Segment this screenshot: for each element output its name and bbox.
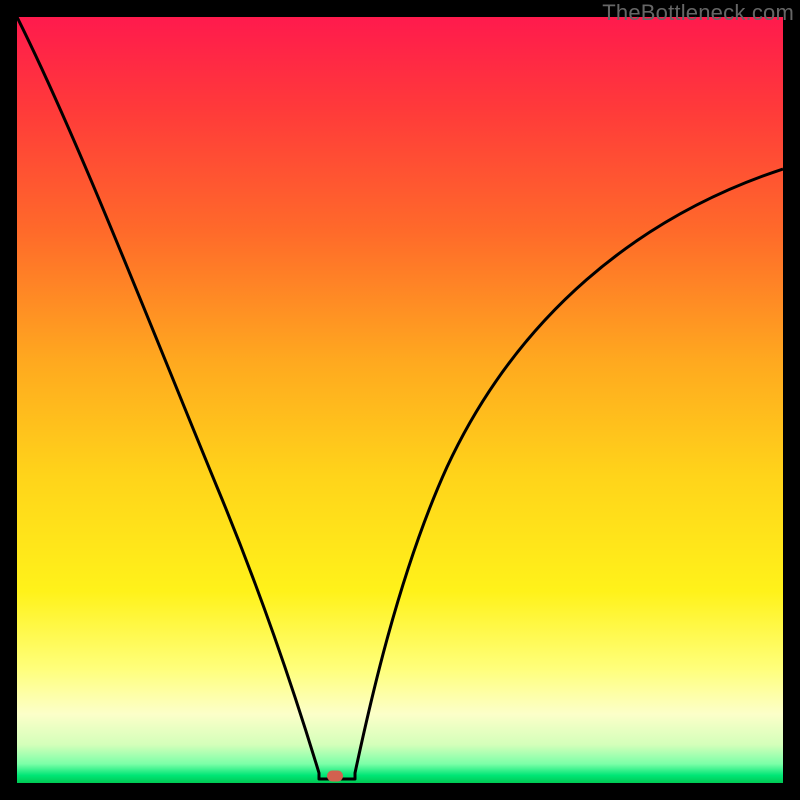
watermark-text: TheBottleneck.com — [602, 0, 794, 26]
curve-path — [17, 17, 783, 779]
bottleneck-curve — [17, 17, 783, 783]
optimal-point-marker — [327, 771, 343, 782]
